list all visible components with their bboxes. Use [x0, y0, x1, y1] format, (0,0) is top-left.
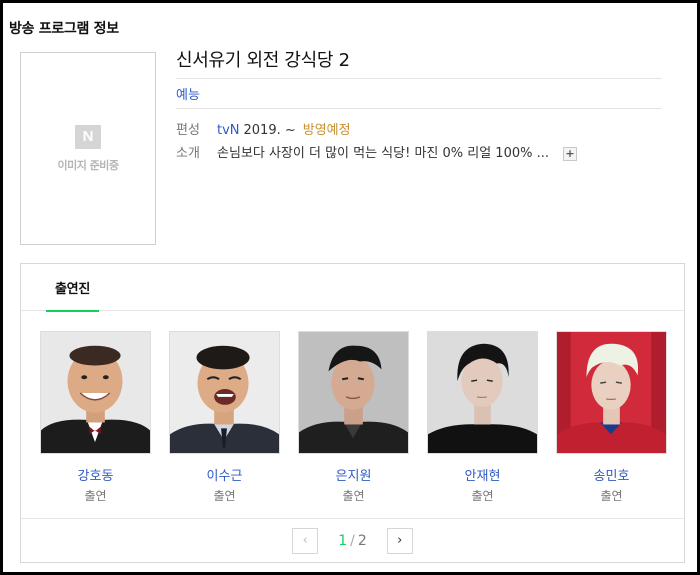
- page-indicator: 1/2: [338, 533, 367, 549]
- program-meta: 편성 tvN 2019. ~ 방영예정 소개 손님보다 사장이 더 많이 먹는 …: [176, 119, 662, 165]
- cast-role: 출연: [84, 489, 107, 503]
- cast-panel: 출연진 강호동 출연 이수근 출연 은지원 출연 안재현 출연 송민호 출연 ‹…: [20, 263, 685, 563]
- cast-role: 출연: [342, 489, 365, 503]
- cast-photo[interactable]: [169, 331, 280, 454]
- schedule-label: 편성: [176, 123, 200, 138]
- poster-placeholder-text: 이미지 준비중: [57, 158, 119, 172]
- cast-item[interactable]: 은지원 출연: [298, 331, 409, 504]
- intro-text: 손님보다 사장이 더 많이 먹는 식당! 마진 0% 리얼 100% ...: [217, 146, 550, 161]
- chevron-right-icon[interactable]: ›: [386, 527, 413, 554]
- program-title[interactable]: 신서유기 외전 강식당 2: [176, 46, 662, 79]
- status-text: 방영예정: [302, 123, 351, 138]
- cast-name[interactable]: 이수근: [169, 465, 280, 484]
- cast-photo[interactable]: [556, 331, 667, 454]
- cast-name[interactable]: 송민호: [556, 465, 667, 484]
- cast-role: 출연: [600, 489, 623, 503]
- cast-role: 출연: [471, 489, 494, 503]
- cast-item[interactable]: 강호동 출연: [40, 331, 151, 504]
- cast-item[interactable]: 이수근 출연: [169, 331, 280, 504]
- tab-bar: 출연진: [21, 264, 684, 312]
- cast-list: 강호동 출연 이수근 출연 은지원 출연 안재현 출연 송민호 출연: [40, 331, 685, 504]
- cast-photo[interactable]: [298, 331, 409, 454]
- program-info: 신서유기 외전 강식당 2 예능 편성 tvN 2019. ~ 방영예정 소개 …: [176, 46, 662, 165]
- plus-icon[interactable]: +: [563, 146, 578, 161]
- cast-item[interactable]: 송민호 출연: [556, 331, 667, 504]
- current-page: 1: [338, 532, 348, 549]
- naver-logo-icon: N: [75, 124, 101, 149]
- genre-link[interactable]: 예능: [176, 84, 200, 103]
- cast-photo[interactable]: [427, 331, 538, 454]
- intro-label: 소개: [176, 146, 200, 161]
- genre-row: 예능: [176, 79, 662, 109]
- broadcast-date: 2019. ~: [243, 123, 296, 138]
- total-pages: 2: [357, 532, 367, 549]
- pagination: ‹ 1/2 ›: [21, 518, 684, 562]
- section-title: 방송 프로그램 정보: [9, 21, 119, 37]
- cast-name[interactable]: 강호동: [40, 465, 151, 484]
- tab-cast[interactable]: 출연진: [46, 264, 99, 312]
- chevron-left-icon[interactable]: ‹: [292, 527, 319, 554]
- cast-name[interactable]: 은지원: [298, 465, 409, 484]
- cast-item[interactable]: 안재현 출연: [427, 331, 538, 504]
- schedule-row: 편성 tvN 2019. ~ 방영예정: [176, 119, 662, 142]
- poster-placeholder: N 이미지 준비중: [20, 52, 156, 245]
- cast-name[interactable]: 안재현: [427, 465, 538, 484]
- cast-photo[interactable]: [40, 331, 151, 454]
- cast-role: 출연: [213, 489, 236, 503]
- channel-link[interactable]: tvN: [217, 119, 240, 142]
- intro-row: 소개 손님보다 사장이 더 많이 먹는 식당! 마진 0% 리얼 100% ..…: [176, 142, 662, 165]
- page-separator: /: [350, 532, 355, 549]
